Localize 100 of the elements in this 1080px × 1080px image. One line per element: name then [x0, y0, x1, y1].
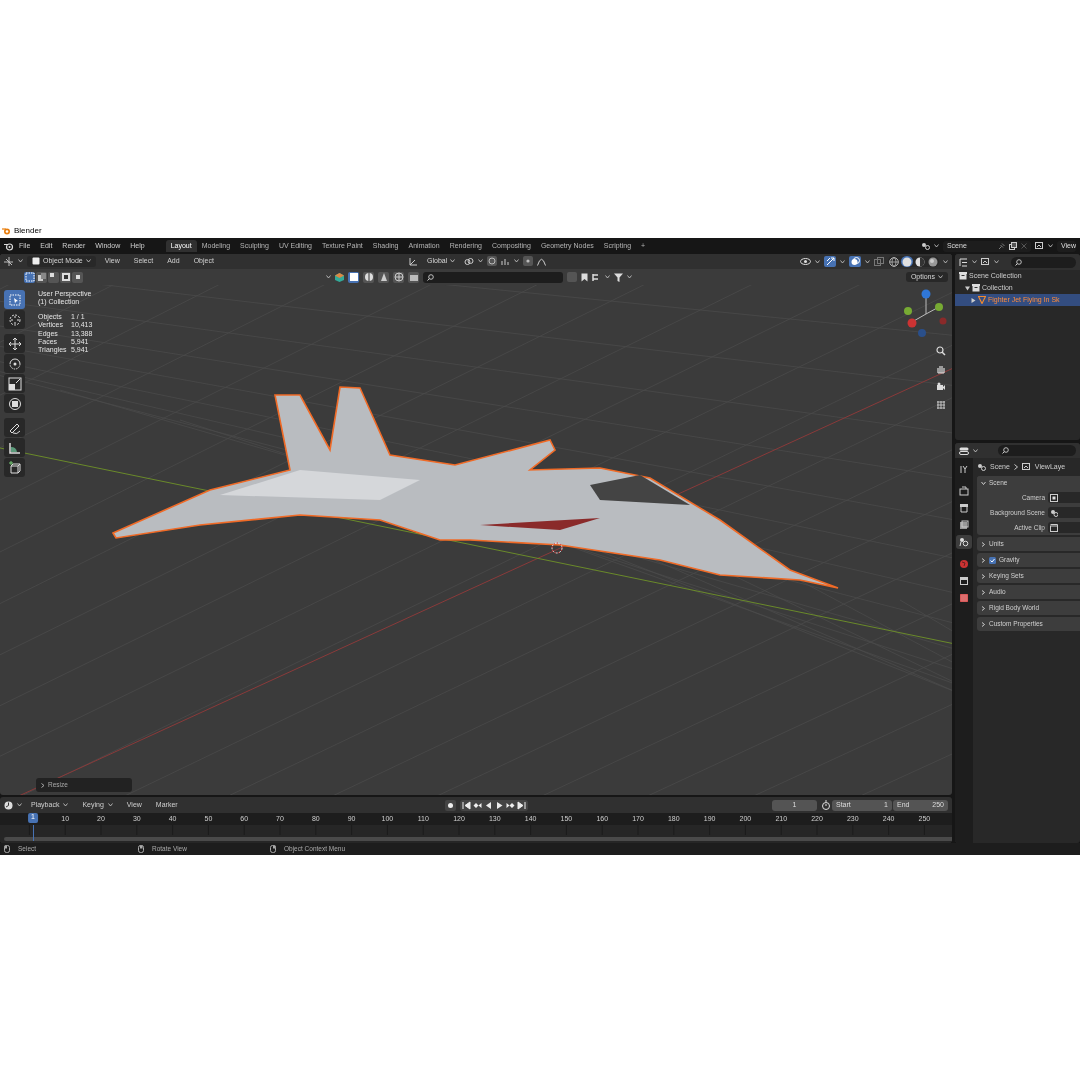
grid-icon[interactable]: [936, 400, 946, 410]
overlay-toggle[interactable]: [849, 256, 861, 267]
object-types-icon[interactable]: [335, 272, 344, 282]
pin-icon[interactable]: [997, 242, 1005, 250]
visibility-filter-button[interactable]: [408, 271, 419, 283]
select-mode-button[interactable]: [60, 271, 71, 283]
stopwatch-icon[interactable]: [821, 800, 831, 810]
collection-icon: [959, 272, 967, 280]
previous-keyframe-icon[interactable]: [472, 800, 482, 810]
play-icon[interactable]: [494, 800, 504, 810]
scene-icon[interactable]: [920, 242, 930, 250]
camera-icon[interactable]: [936, 382, 946, 392]
visibility-filter-button[interactable]: [393, 271, 404, 283]
camera-field[interactable]: [1048, 492, 1080, 503]
gizmo-toggle[interactable]: [824, 256, 836, 267]
caret-icon: [450, 259, 456, 264]
search-field[interactable]: [1011, 256, 1076, 268]
pivot-icon[interactable]: [464, 257, 475, 266]
tab-glyph-icon: [959, 486, 969, 496]
sphere-icon: [902, 256, 912, 267]
chevron-icon: [1013, 464, 1018, 470]
scene-icon: [1050, 508, 1058, 517]
jump-start-icon[interactable]: [461, 800, 471, 810]
visibility-filter-button[interactable]: [363, 271, 374, 283]
expanded-arrow-icon[interactable]: [965, 285, 970, 291]
record-icon[interactable]: [444, 799, 456, 811]
select-tool-button[interactable]: [4, 290, 25, 309]
caret-icon: [933, 244, 939, 248]
shading-material-button[interactable]: [914, 256, 926, 267]
transform-tool-button[interactable]: [4, 394, 25, 413]
filter-glyph-icon: [408, 272, 419, 282]
caret-icon: [865, 259, 870, 264]
shading-rendered-button[interactable]: [927, 256, 939, 267]
sphere-icon: [928, 256, 938, 267]
checkbox-icon[interactable]: [567, 272, 577, 282]
search-icon: [427, 273, 434, 281]
filter-glyph-icon: [393, 272, 404, 282]
next-keyframe-icon[interactable]: [505, 800, 515, 810]
scene-properties-tab[interactable]: [956, 535, 972, 549]
axes-icon[interactable]: [409, 257, 418, 266]
checkbox-icon[interactable]: [989, 556, 996, 564]
filter-icon[interactable]: [614, 272, 623, 282]
caret-icon: [107, 803, 113, 807]
copy-icon[interactable]: [1008, 242, 1017, 250]
falloff-curve-icon[interactable]: [537, 257, 547, 266]
tab-glyph-icon: [959, 576, 969, 586]
timeline-scrollbar[interactable]: [4, 837, 952, 841]
clip-field[interactable]: [1048, 522, 1080, 533]
shading-wireframe-button[interactable]: [888, 256, 900, 267]
caret-icon: [605, 275, 610, 279]
cursor-tool-button[interactable]: [4, 310, 25, 329]
visibility-icon[interactable]: [800, 257, 811, 266]
view-layer-icon: [1021, 463, 1031, 471]
navigation-gizmo-drawing[interactable]: [903, 288, 949, 338]
render-properties-tab[interactable]: [956, 484, 972, 498]
measure-tool-button[interactable]: [4, 438, 25, 457]
add-cube-tool-button[interactable]: [4, 458, 25, 477]
display-mode-icon[interactable]: [959, 257, 968, 267]
annotate-tool-button[interactable]: [4, 418, 25, 437]
clock-icon[interactable]: [4, 800, 13, 810]
snap-icon[interactable]: [487, 256, 498, 267]
select-mode-button[interactable]: [36, 271, 47, 283]
tool-glyph-icon: [7, 396, 22, 411]
tool-glyph-icon: [7, 376, 22, 391]
collapsed-arrow-icon[interactable]: [971, 297, 976, 303]
scene-field[interactable]: [1048, 507, 1080, 518]
bookmark-icon[interactable]: [581, 272, 588, 282]
search-field[interactable]: [998, 445, 1076, 456]
select-mode-button[interactable]: [72, 271, 83, 283]
circles-icon: [850, 257, 860, 266]
properties-editor-icon[interactable]: [959, 446, 969, 455]
select-mode-button[interactable]: [48, 271, 59, 283]
rotate-tool-button[interactable]: [4, 354, 25, 373]
caret-icon: [972, 260, 977, 264]
tool-glyph-icon: [7, 336, 22, 351]
view-layer-icon[interactable]: [981, 258, 990, 266]
caret-icon: [815, 259, 820, 264]
increment-icon[interactable]: [501, 257, 511, 266]
caret-icon: [938, 275, 943, 279]
view-layer-icon[interactable]: [1034, 242, 1044, 250]
jump-end-icon[interactable]: [516, 800, 526, 810]
visibility-filter-button[interactable]: [348, 271, 359, 283]
square-icon: [60, 272, 71, 282]
editor-type-icon[interactable]: [4, 257, 14, 266]
tab-glyph-icon: [959, 593, 969, 603]
tab-glyph-icon: [959, 503, 969, 513]
visibility-filter-button[interactable]: [378, 271, 389, 283]
chevron-icon: [41, 782, 45, 788]
origin-cursor-icon: [551, 542, 563, 554]
mouse-icon: [138, 845, 144, 853]
proportional-icon[interactable]: [523, 256, 534, 267]
blender-logo-icon[interactable]: [4, 241, 14, 251]
move-tool-button[interactable]: [4, 334, 25, 353]
scale-tool-button[interactable]: [4, 374, 25, 393]
zoom-icon[interactable]: [936, 346, 946, 356]
shading-solid-button[interactable]: [901, 256, 913, 267]
xray-icon[interactable]: [874, 256, 884, 267]
select-mode-button[interactable]: [24, 271, 35, 283]
search-field[interactable]: [423, 271, 563, 283]
play-reverse-icon[interactable]: [483, 800, 493, 810]
